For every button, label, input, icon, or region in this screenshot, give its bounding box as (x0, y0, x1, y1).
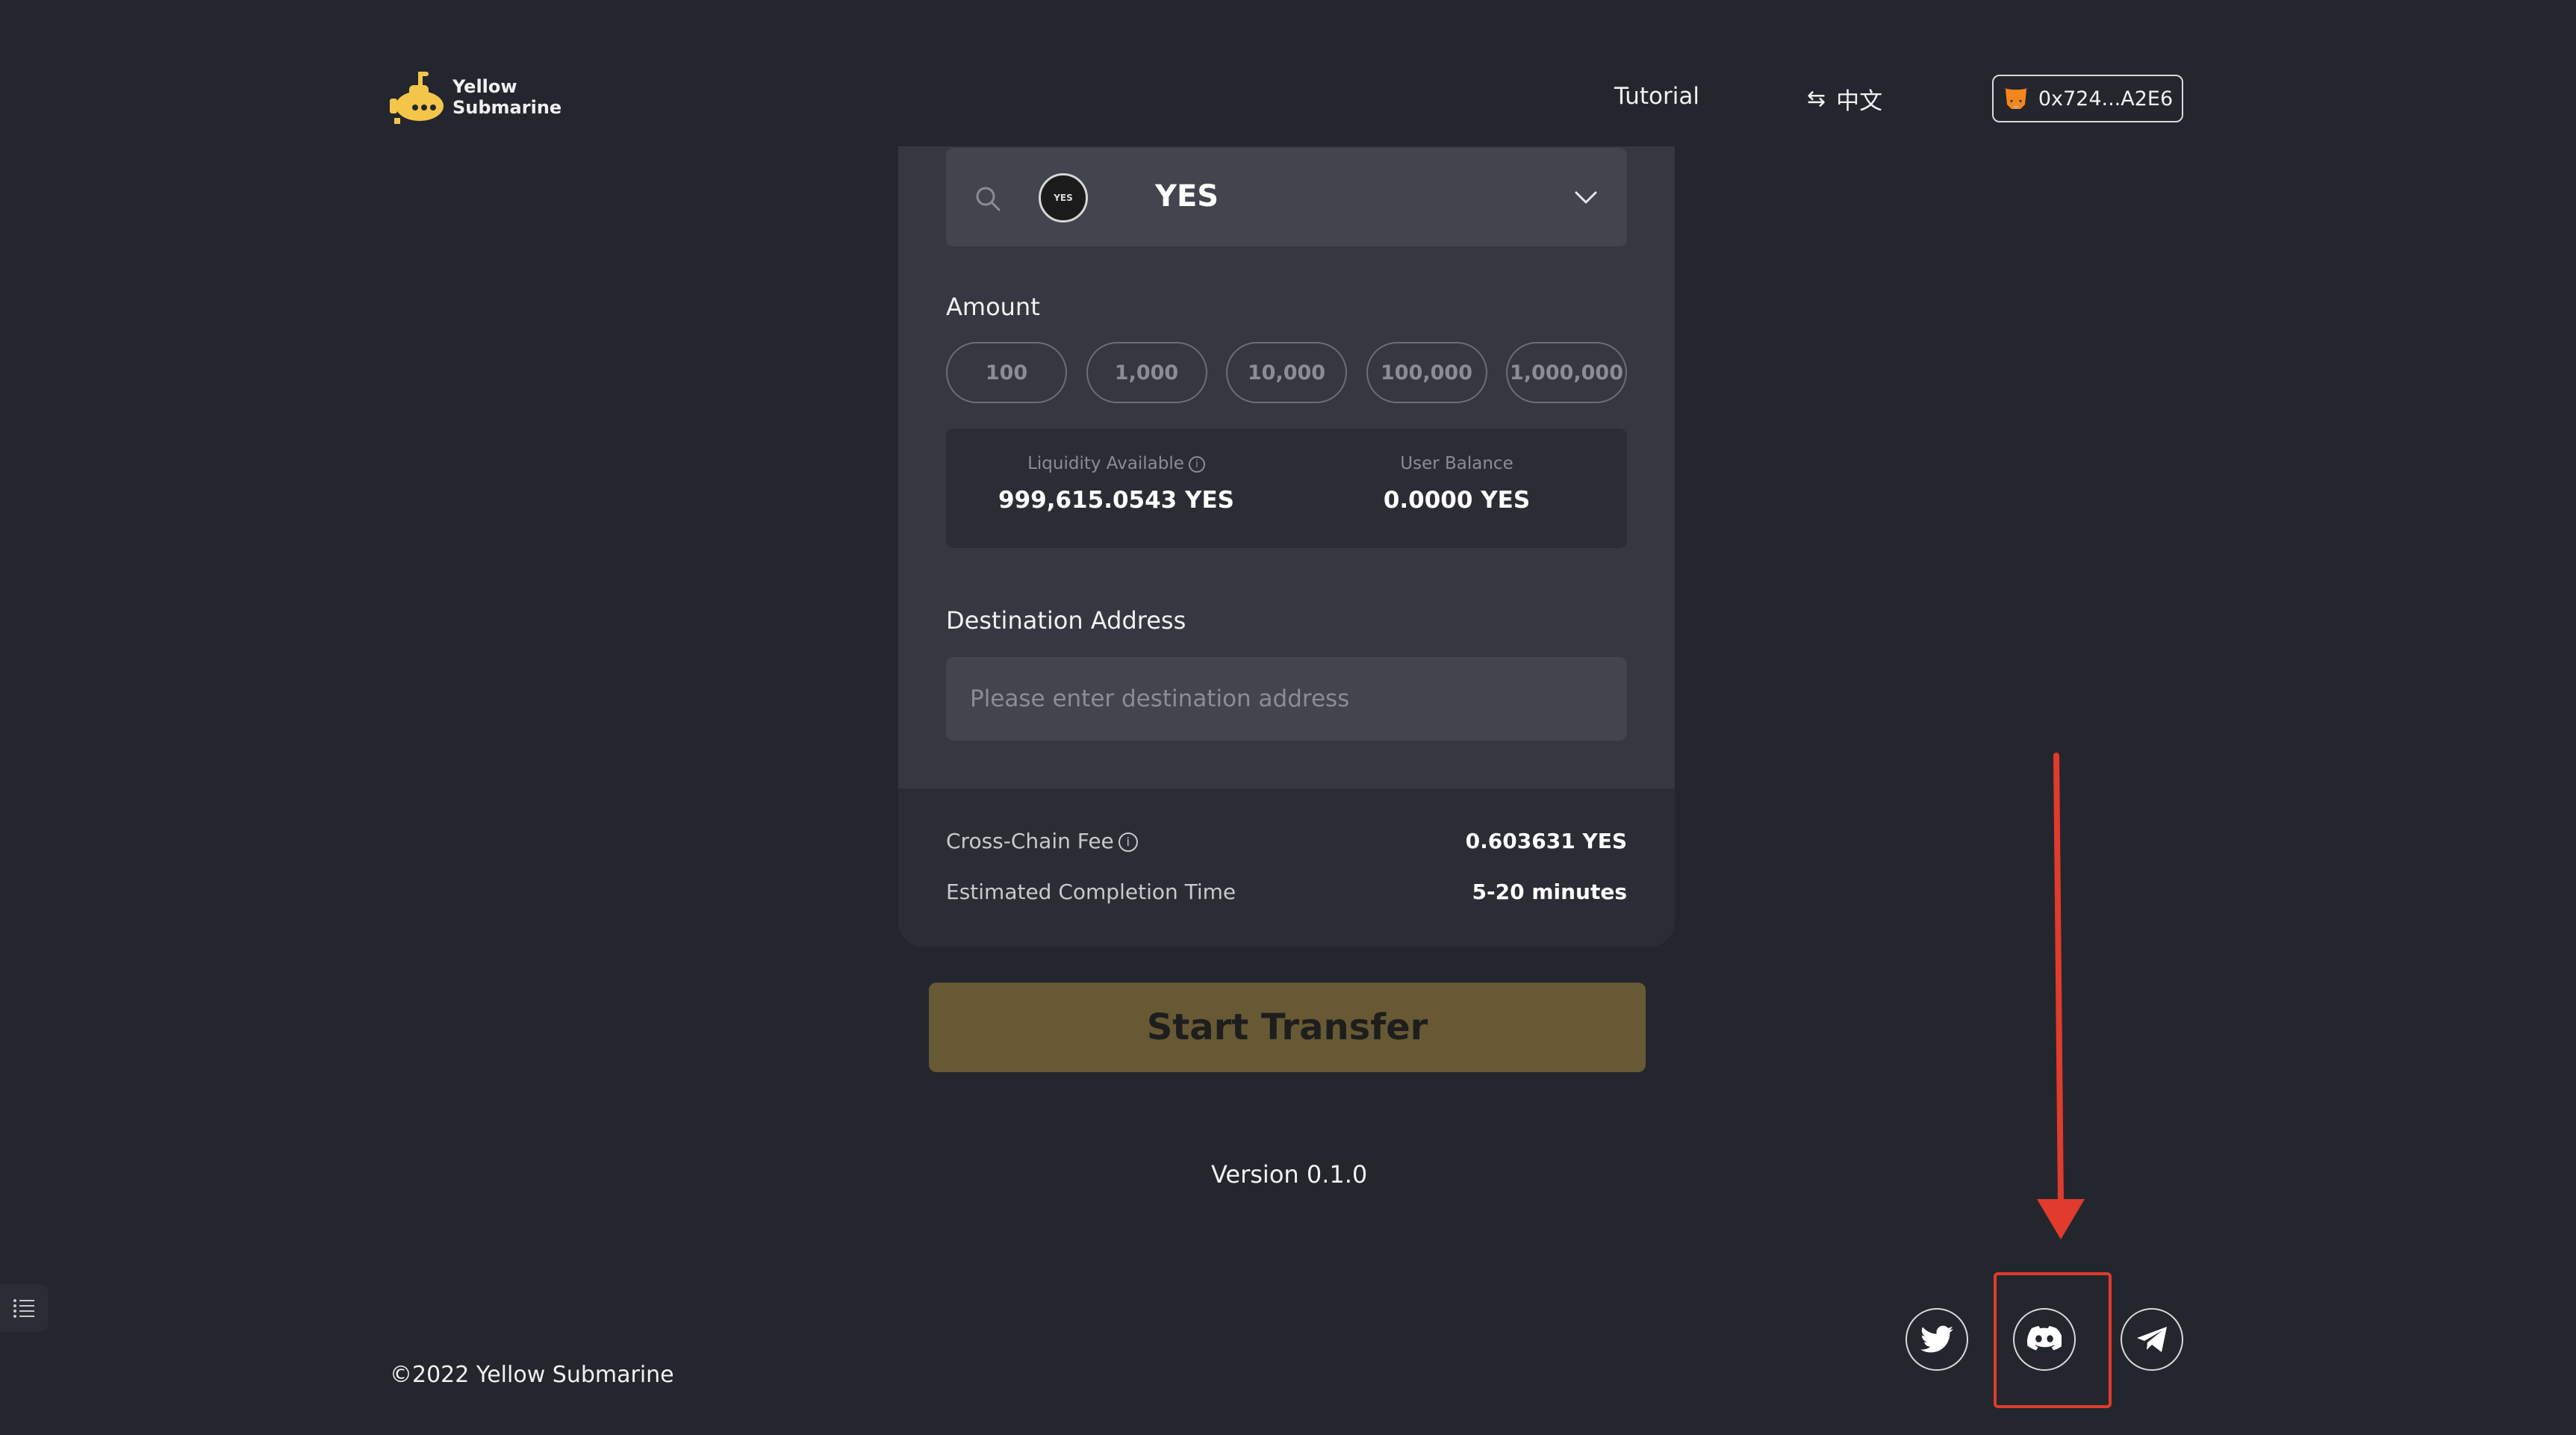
amount-label: Amount (946, 293, 1040, 321)
destination-address-label: Destination Address (946, 606, 1186, 635)
copyright-text: ©2022 Yellow Submarine (390, 1362, 674, 1388)
swap-arrows-icon: ⇆ (1807, 86, 1826, 112)
user-balance-value: 0.0000 YES (1383, 487, 1531, 514)
app-root: Yellow Submarine Tutorial ⇆ 中文 0x724...A… (0, 0, 2576, 1435)
language-switch[interactable]: ⇆ 中文 (1807, 82, 1882, 116)
transfer-card: YES YES Amount 100 1,000 10,000 100,000 … (898, 146, 1675, 947)
cross-chain-fee-label-text: Cross-Chain Fee (946, 829, 1114, 853)
fee-summary: Cross-Chain Fee i 0.603631 YES Estimated … (898, 788, 1675, 947)
language-label: 中文 (1836, 88, 1883, 115)
search-icon (976, 187, 1001, 211)
wallet-address: 0x724...A2E6 (2038, 87, 2174, 110)
brand-name-line2: Submarine (452, 97, 562, 118)
token-symbol: YES (1155, 179, 1219, 214)
twitter-link[interactable] (1905, 1308, 1968, 1371)
token-selector[interactable]: YES YES (946, 148, 1627, 246)
fee-info-icon[interactable]: i (1118, 832, 1138, 852)
amount-presets: 100 1,000 10,000 100,000 1,000,000 (946, 342, 1627, 403)
liquidity-label-text: Liquidity Available (1027, 454, 1184, 473)
twitter-icon (1920, 1325, 1953, 1353)
amount-preset-100000[interactable]: 100,000 (1366, 342, 1487, 403)
amount-preset-10000[interactable]: 10,000 (1226, 342, 1347, 403)
cross-chain-fee-label: Cross-Chain Fee i (946, 829, 1138, 853)
tutorial-link[interactable]: Tutorial (1614, 83, 1699, 110)
brand-name-line1: Yellow (452, 76, 517, 97)
amount-preset-1000[interactable]: 1,000 (1086, 342, 1207, 403)
destination-address-input[interactable] (946, 657, 1627, 741)
user-balance-label: User Balance (1400, 454, 1513, 473)
submarine-logo-icon (390, 72, 444, 124)
telegram-link[interactable] (2121, 1308, 2183, 1371)
telegram-icon (2137, 1327, 2167, 1352)
completion-time-label: Estimated Completion Time (946, 880, 1236, 904)
completion-time-value: 5-20 minutes (1472, 880, 1628, 904)
amount-preset-100[interactable]: 100 (946, 342, 1067, 403)
completion-time-row: Estimated Completion Time 5-20 minutes (946, 880, 1627, 904)
liquidity-stat: Liquidity Available i 999,615.0543 YES (946, 429, 1287, 514)
brand-logo[interactable]: Yellow Submarine (390, 69, 561, 125)
info-icon[interactable]: i (1188, 455, 1205, 473)
version-label: Version 0.1.0 (1211, 1160, 1368, 1189)
liquidity-value: 999,615.0543 YES (998, 487, 1234, 514)
amount-preset-1000000[interactable]: 1,000,000 (1506, 342, 1627, 403)
list-icon (13, 1299, 34, 1318)
cross-chain-fee-row: Cross-Chain Fee i 0.603631 YES (946, 829, 1627, 853)
annotation-arrow-icon (2037, 753, 2085, 1239)
start-transfer-button[interactable]: Start Transfer (929, 983, 1646, 1072)
sidebar-toggle[interactable] (0, 1284, 48, 1332)
cross-chain-fee-value: 0.603631 YES (1465, 829, 1627, 853)
yes-token-icon: YES (1039, 173, 1088, 222)
liquidity-label: Liquidity Available i (946, 454, 1287, 473)
chevron-down-icon (1575, 191, 1597, 204)
highlight-box (1994, 1272, 2112, 1408)
wallet-button[interactable]: 0x724...A2E6 (1992, 75, 2183, 122)
brand-name: Yellow Submarine (452, 76, 561, 118)
balance-stats: Liquidity Available i 999,615.0543 YES Us… (946, 429, 1627, 548)
user-balance-stat: User Balance 0.0000 YES (1287, 429, 1627, 514)
metamask-fox-icon (2003, 88, 2028, 109)
